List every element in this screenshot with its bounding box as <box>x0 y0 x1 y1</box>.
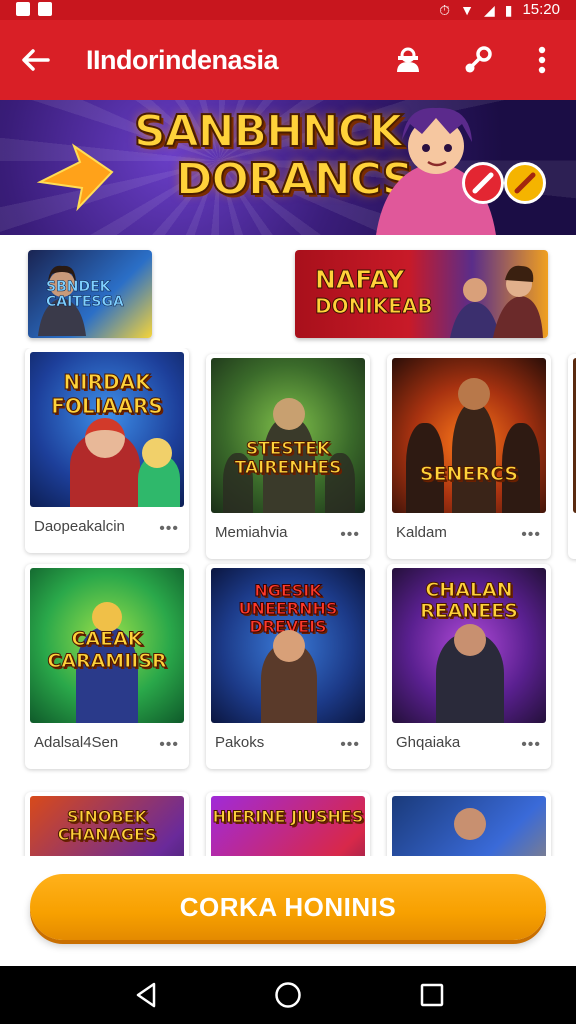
game-name: Kaldam <box>396 524 447 541</box>
back-button[interactable] <box>18 42 54 78</box>
promo-right-text: NAFAY DONIKEAB <box>315 265 434 319</box>
game-name: Memiahvia <box>215 524 288 541</box>
app-screen: ⏱ ▼ ◢ ▮ 15:20 IIndorindenasia SANBHNCK D… <box>0 0 576 1024</box>
game-thumb-title: NIRDAK FOLIAARS <box>51 370 164 419</box>
game-card[interactable]: STESTEK TAIRENHES Memiahvia ••• <box>206 354 370 559</box>
more-icon[interactable]: ••• <box>521 736 541 754</box>
promo-banner-right[interactable]: NAFAY DONIKEAB <box>295 250 548 338</box>
promo-banner-left[interactable]: SBNDEK CAITESGA <box>28 250 152 338</box>
user-icon <box>397 47 419 72</box>
game-thumbnail: CHALAN REANEES <box>392 568 546 723</box>
game-thumbnail: NGESIK UNEERNHS DREVEIS <box>211 568 365 723</box>
game-card[interactable]: NIRDAK FOLIAARS Daopeakalcin ••• <box>25 348 189 553</box>
signal-icon: ◢ <box>483 1 495 18</box>
game-name: Daopeakalcin <box>34 518 125 535</box>
game-name: Adalsal4Sen <box>34 734 119 751</box>
game-thumbnail: CAEAK CARAMIISR <box>30 568 184 723</box>
game-card[interactable] <box>387 792 551 856</box>
gallery-icon <box>38 2 52 16</box>
status-bar: ⏱ ▼ ◢ ▮ 15:20 <box>0 0 576 20</box>
profile-button[interactable] <box>390 42 426 78</box>
pencil-icon <box>514 172 536 194</box>
more-icon[interactable]: ••• <box>159 736 179 754</box>
game-thumbnail: SINOBEK CHANAGES <box>30 796 184 856</box>
page-title: IIndorindenasia <box>86 45 279 75</box>
game-card[interactable]: CHALAN REANEES Ghqaiaka ••• <box>387 564 551 769</box>
game-card[interactable]: HIERINE JIUSHES <box>206 792 370 856</box>
game-thumbnail: HIERINE JIUSHES <box>211 796 365 856</box>
more-vert-icon <box>538 46 546 74</box>
game-thumb-title: STESTEK TAIRENHES <box>234 439 342 478</box>
more-icon[interactable]: ••• <box>521 526 541 544</box>
share-link-button[interactable] <box>460 42 496 78</box>
hero-title-line1: SANBHNCK <box>133 105 404 158</box>
more-icon[interactable]: ••• <box>159 520 179 538</box>
record-badge[interactable] <box>462 162 504 204</box>
game-name: Ghqaiaka <box>396 734 461 751</box>
battery-icon: ▮ <box>504 1 513 18</box>
app-bar: IIndorindenasia <box>0 20 576 100</box>
nav-back-icon[interactable] <box>132 980 162 1010</box>
game-thumb-title: CHALAN REANEES <box>420 579 519 622</box>
more-icon[interactable]: ••• <box>340 736 360 754</box>
game-thumb-title: NGESIK UNEERNHS DREVEIS <box>238 581 338 636</box>
nav-home-icon[interactable] <box>273 980 303 1010</box>
promo-left-text: SBNDEK CAITESGA <box>46 279 124 310</box>
game-card-partial[interactable] <box>568 354 576 559</box>
game-thumb-title: SINOBEK CHANAGES <box>57 807 157 844</box>
clock: 15:20 <box>522 1 560 18</box>
hero-banner[interactable]: SANBHNCK DORANCS <box>0 100 576 235</box>
game-thumbnail: NIRDAK FOLIAARS <box>30 352 184 507</box>
game-card[interactable]: SENERCS Kaldam ••• <box>387 354 551 559</box>
more-options-button[interactable] <box>524 42 560 78</box>
arrow-left-icon <box>22 49 50 71</box>
game-thumb-title: CAEAK CARAMIISR <box>47 628 167 673</box>
promo-heroes <box>450 265 543 338</box>
wifi-icon: ▼ <box>460 1 474 18</box>
link-icon <box>465 46 492 73</box>
nav-recents-icon[interactable] <box>417 980 447 1010</box>
game-thumbnail: SENERCS <box>392 358 546 513</box>
cta-area: CORKA HONINIS <box>0 856 576 966</box>
cta-button[interactable]: CORKA HONINIS <box>30 874 546 940</box>
notification-icon <box>16 2 30 16</box>
alarm-icon: ⏱ <box>439 1 451 18</box>
edit-badge[interactable] <box>504 162 546 204</box>
more-icon[interactable]: ••• <box>340 526 360 544</box>
game-thumbnail: STESTEK TAIRENHES <box>211 358 365 513</box>
game-grid: NIRDAK FOLIAARS Daopeakalcin ••• STESTEK… <box>0 348 576 856</box>
system-nav-bar <box>0 966 576 1024</box>
slash-icon <box>472 172 494 194</box>
game-card[interactable]: SINOBEK CHANAGES <box>25 792 189 856</box>
game-card[interactable]: CAEAK CARAMIISR Adalsal4Sen ••• <box>25 564 189 769</box>
game-thumbnail <box>392 796 546 856</box>
game-thumb-title: HIERINE JIUSHES <box>212 807 364 826</box>
game-thumb-title: SENERCS <box>419 463 519 486</box>
game-name: Pakoks <box>215 734 265 751</box>
game-card[interactable]: NGESIK UNEERNHS DREVEIS Pakoks ••• <box>206 564 370 769</box>
lightning-arrow-icon <box>36 143 114 212</box>
